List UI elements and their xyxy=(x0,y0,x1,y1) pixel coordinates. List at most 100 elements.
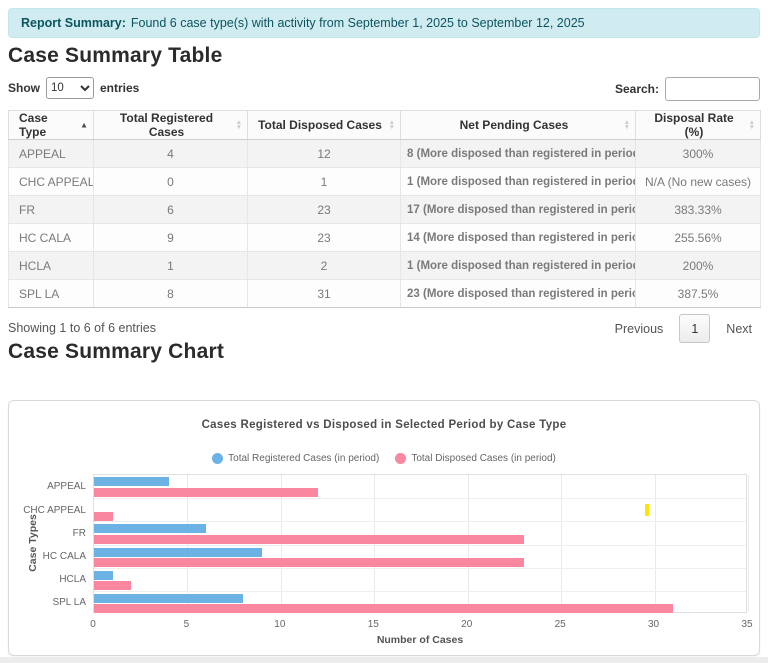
cell-disposal-rate: 387.5% xyxy=(636,280,761,308)
table-row: HC CALA92314 (More disposed than registe… xyxy=(9,224,761,252)
bar-disposed-hcla[interactable] xyxy=(94,581,131,590)
cell-registered: 8 xyxy=(94,280,248,308)
table-info: Showing 1 to 6 of 6 entries xyxy=(8,321,156,335)
category-label: SPL LA xyxy=(6,597,86,608)
category-label: HCLA xyxy=(6,574,86,585)
table-row: SPL LA831 23 (More disposed than register… xyxy=(9,280,761,308)
chart-category-row: SPL LA xyxy=(94,591,746,614)
search-control: Search: xyxy=(615,77,760,101)
bar-registered-spl-la[interactable] xyxy=(94,594,243,603)
cell-net-pending: 1 (More disposed than registered in peri… xyxy=(401,252,636,280)
column-header-registered[interactable]: Total Registered Cases ▲▼ xyxy=(94,111,248,140)
y-axis-label: Case Types xyxy=(27,514,39,572)
pending-note: (More disposed than registered in period… xyxy=(417,148,636,160)
page-length-suffix: entries xyxy=(100,81,139,95)
column-header-pending[interactable]: Net Pending Cases ▲▼ xyxy=(401,111,636,140)
pending-count: 14 xyxy=(407,232,420,244)
cell-case-type: CHC APPEAL xyxy=(9,168,94,196)
cell-case-type: APPEAL xyxy=(9,140,94,168)
sort-both-icon: ▲▼ xyxy=(236,120,242,130)
cell-case-type: FR xyxy=(9,196,94,224)
pending-note: (More disposed than registered in period… xyxy=(423,288,636,300)
page-length-prefix: Show xyxy=(8,81,40,95)
bar-registered-appeal[interactable] xyxy=(94,477,169,486)
bar-registered-hc-cala[interactable] xyxy=(94,548,262,557)
table-row: APPEAL4128 (More disposed than registere… xyxy=(9,140,761,168)
pending-note: (More disposed than registered in period… xyxy=(417,176,636,188)
report-summary-text: Found 6 case type(s) with activity from … xyxy=(131,16,585,30)
legend-swatch-icon xyxy=(212,453,223,464)
cell-case-type: HCLA xyxy=(9,252,94,280)
cell-registered: 4 xyxy=(94,140,248,168)
legend-item[interactable]: Total Registered Cases (in period) xyxy=(212,453,379,464)
cell-disposed: 31 xyxy=(248,280,401,308)
chart-section-title: Case Summary Chart xyxy=(8,340,224,364)
chart-legend: Total Registered Cases (in period) Total … xyxy=(9,453,759,464)
pending-note: (More disposed than registered in period… xyxy=(423,204,636,216)
table-row: HCLA121 (More disposed than registered i… xyxy=(9,252,761,280)
cell-registered: 9 xyxy=(94,224,248,252)
table-row: FR62317 (More disposed than registered i… xyxy=(9,196,761,224)
pending-count: 17 xyxy=(407,204,420,216)
category-label: CHC APPEAL xyxy=(6,505,86,516)
gridline xyxy=(748,475,749,612)
pagination: Previous 1 Next xyxy=(605,314,762,343)
column-header-disposed[interactable]: Total Disposed Cases ▲▼ xyxy=(248,111,401,140)
cell-disposal-rate: N/A (No new cases) xyxy=(636,168,761,196)
cell-registered: 0 xyxy=(94,168,248,196)
bar-registered-hcla[interactable] xyxy=(94,571,113,580)
bar-disposed-hc-cala[interactable] xyxy=(94,558,524,567)
table-controls: Show 10 entries Search: xyxy=(8,77,760,103)
pending-count: 1 xyxy=(407,260,413,272)
column-header-case-type[interactable]: Case Type ▲ xyxy=(9,111,94,140)
bar-disposed-spl-la[interactable] xyxy=(94,604,673,613)
case-summary-table: Case Type ▲ Total Registered Cases ▲▼ To… xyxy=(8,110,761,308)
cell-disposal-rate: 383.33% xyxy=(636,196,761,224)
x-axis-tick: 0 xyxy=(90,619,96,630)
x-axis-tick: 35 xyxy=(741,619,752,630)
table-header-row: Case Type ▲ Total Registered Cases ▲▼ To… xyxy=(9,111,761,140)
x-axis-tick: 25 xyxy=(555,619,566,630)
chart-category-row: APPEAL xyxy=(94,475,746,498)
page-bottom-strip xyxy=(0,657,768,663)
cell-disposed: 23 xyxy=(248,224,401,252)
report-summary-banner: Report Summary: Found 6 case type(s) wit… xyxy=(8,8,760,38)
pending-count: 23 xyxy=(407,288,420,300)
sort-asc-icon: ▲ xyxy=(80,121,88,130)
page-length-select[interactable]: 10 xyxy=(46,77,94,99)
x-axis-tick: 30 xyxy=(648,619,659,630)
cell-disposed: 1 xyxy=(248,168,401,196)
cell-disposal-rate: 300% xyxy=(636,140,761,168)
x-axis-label: Number of Cases xyxy=(93,634,747,646)
x-axis-tick: 15 xyxy=(368,619,379,630)
table-section-title: Case Summary Table xyxy=(8,44,222,68)
bar-registered-fr[interactable] xyxy=(94,524,206,533)
category-label: FR xyxy=(6,528,86,539)
legend-label: Total Registered Cases (in period) xyxy=(228,453,379,464)
cell-disposed: 12 xyxy=(248,140,401,168)
cell-disposed: 23 xyxy=(248,196,401,224)
pending-count: 1 xyxy=(407,176,413,188)
bar-disposed-fr[interactable] xyxy=(94,535,524,544)
search-input[interactable] xyxy=(665,77,760,101)
cell-registered: 1 xyxy=(94,252,248,280)
category-label: HC CALA xyxy=(6,551,86,562)
chart-category-row: HC CALA xyxy=(94,545,746,568)
pending-count: 8 xyxy=(407,148,413,160)
sort-both-icon: ▲▼ xyxy=(749,120,755,130)
bar-disposed-appeal[interactable] xyxy=(94,488,318,497)
cell-case-type: SPL LA xyxy=(9,280,94,308)
x-axis-tick: 5 xyxy=(184,619,190,630)
cell-net-pending: 17 (More disposed than registered in per… xyxy=(401,196,636,224)
pending-note: (More disposed than registered in period… xyxy=(417,260,636,272)
cell-disposed: 2 xyxy=(248,252,401,280)
cell-net-pending: 8 (More disposed than registered in peri… xyxy=(401,140,636,168)
chart-category-row: HCLA xyxy=(94,568,746,591)
legend-item[interactable]: Total Disposed Cases (in period) xyxy=(395,453,556,464)
previous-page-button[interactable]: Previous xyxy=(605,315,674,343)
next-page-button[interactable]: Next xyxy=(716,315,762,343)
column-header-rate[interactable]: Disposal Rate (%) ▲▼ xyxy=(636,111,761,140)
bar-disposed-chc-appeal[interactable] xyxy=(94,512,113,521)
current-page-button[interactable]: 1 xyxy=(679,314,710,343)
legend-swatch-icon xyxy=(395,453,406,464)
